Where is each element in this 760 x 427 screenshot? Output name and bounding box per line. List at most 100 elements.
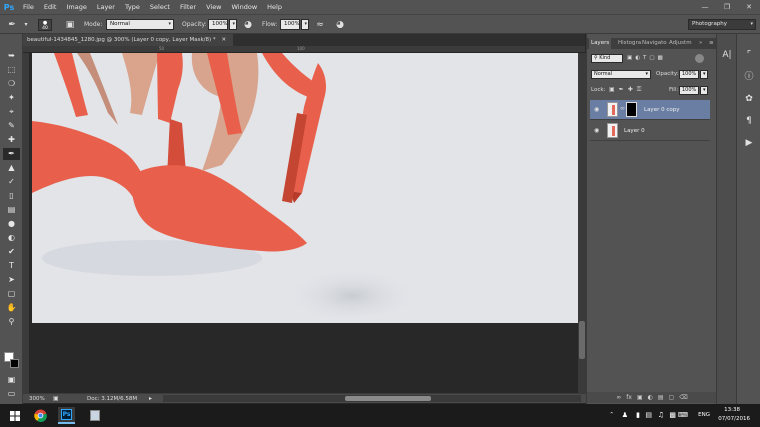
panel-menu-icon[interactable]: ≡ xyxy=(709,40,714,46)
menu-window[interactable]: Window xyxy=(227,3,263,11)
battery-icon[interactable]: ▮ xyxy=(636,411,640,419)
pressure-size-icon[interactable]: ◕ xyxy=(334,19,346,31)
layer-style-icon[interactable]: fx xyxy=(626,394,632,401)
network-icon[interactable]: ▤ xyxy=(645,411,652,419)
adjustment-layer-icon[interactable]: ◐ xyxy=(648,394,653,401)
delete-layer-icon[interactable]: ⌫ xyxy=(679,394,687,401)
actions-panel-icon[interactable]: ▶ xyxy=(742,136,756,150)
photoshop-taskbar-icon[interactable]: Ps xyxy=(58,407,75,424)
layer-row-layer-0-copy[interactable]: ◉ ∞ Layer 0 copy xyxy=(590,100,710,120)
share-icon[interactable]: ▣ xyxy=(53,395,59,402)
canvas-area[interactable] xyxy=(30,53,578,393)
layer-opacity-dropdown[interactable]: ▾ xyxy=(700,70,708,79)
menu-view[interactable]: View xyxy=(201,3,226,11)
dodge-tool-icon[interactable]: ◐ xyxy=(3,232,20,244)
eye-icon[interactable]: ◉ xyxy=(594,127,602,134)
document-tab[interactable]: beautiful-1434845_1280.jpg @ 300% (Layer… xyxy=(23,34,233,46)
panel-collapse-icon[interactable]: » xyxy=(699,40,702,46)
zoom-level[interactable]: 300% xyxy=(29,396,45,402)
brush-preset-icon[interactable]: ✒ xyxy=(6,19,18,31)
background-color-swatch[interactable] xyxy=(10,359,19,368)
menu-select[interactable]: Select xyxy=(145,3,175,11)
scroll-thumb[interactable] xyxy=(579,321,585,359)
layer-name[interactable]: Layer 0 copy xyxy=(644,107,679,113)
people-icon[interactable]: ♟ xyxy=(622,411,628,419)
menu-filter[interactable]: Filter xyxy=(175,3,201,11)
screen-mode-icon[interactable]: ▭ xyxy=(3,388,20,400)
tab-adjustments[interactable]: Adjustm xyxy=(669,40,692,46)
tab-layers[interactable]: Layers xyxy=(589,38,612,49)
menu-edit[interactable]: Edit xyxy=(39,3,62,11)
new-group-icon[interactable]: ▤ xyxy=(658,394,664,401)
scroll-thumb[interactable] xyxy=(345,396,431,401)
history-brush-tool-icon[interactable]: ✓ xyxy=(3,176,20,188)
info-panel-icon[interactable]: ⓘ xyxy=(742,70,756,84)
menu-help[interactable]: Help xyxy=(262,3,287,11)
kind-filter-select[interactable]: ⚲ Kind xyxy=(591,54,623,63)
flow-dropdown[interactable]: ▾ xyxy=(301,19,309,30)
tab-histogram[interactable]: Histogra xyxy=(618,40,641,46)
restore-icon[interactable]: ❐ xyxy=(716,0,738,14)
link-icon[interactable]: ∞ xyxy=(620,105,625,112)
mode-select[interactable]: Normal ▾ xyxy=(106,19,174,30)
layer-row-layer-0[interactable]: ◉ Layer 0 xyxy=(590,121,710,141)
status-menu-icon[interactable]: ▸ xyxy=(149,395,152,402)
blur-tool-icon[interactable]: ● xyxy=(3,218,20,230)
airbrush-icon[interactable]: ≈ xyxy=(314,19,326,31)
paragraph-panel-icon[interactable]: ¶ xyxy=(742,114,756,128)
document-image[interactable] xyxy=(32,53,578,323)
channels-panel-icon[interactable]: ✿ xyxy=(742,92,756,106)
menu-layer[interactable]: Layer xyxy=(92,3,120,11)
opacity-dropdown[interactable]: ▾ xyxy=(229,19,237,30)
brush-tool-icon[interactable]: ✒ xyxy=(3,148,20,160)
link-layers-icon[interactable]: ∞ xyxy=(616,394,621,401)
new-layer-icon[interactable]: ▢ xyxy=(669,394,675,401)
brush-size-picker[interactable]: ● 40 xyxy=(38,19,52,31)
filter-toggle-icon[interactable] xyxy=(695,54,704,63)
lasso-tool-icon[interactable]: ❍ xyxy=(3,78,20,90)
healing-brush-tool-icon[interactable]: ✚ xyxy=(3,134,20,146)
tools-presets-icon[interactable]: ⌜ xyxy=(742,48,756,62)
action-center-icon[interactable]: ▩ xyxy=(669,411,676,419)
layer-name[interactable]: Layer 0 xyxy=(624,128,645,134)
vertical-scrollbar[interactable] xyxy=(578,53,586,393)
move-tool-icon[interactable]: ➥ xyxy=(3,50,20,62)
clone-stamp-tool-icon[interactable]: ▲ xyxy=(3,162,20,174)
type-tool-icon[interactable]: T xyxy=(3,260,20,272)
horizontal-scrollbar[interactable] xyxy=(163,395,581,402)
language-indicator[interactable]: ENG xyxy=(698,412,710,418)
flow-input[interactable]: 100% xyxy=(280,19,300,30)
filter-icons[interactable]: ▣◐T▢▩ xyxy=(627,55,666,61)
fill-dropdown[interactable]: ▾ xyxy=(700,86,708,95)
eraser-tool-icon[interactable]: ▯ xyxy=(3,190,20,202)
close-icon[interactable]: ✕ xyxy=(738,0,760,14)
lock-icons[interactable]: ▣✒✚⚿ xyxy=(609,86,645,94)
pressure-opacity-icon[interactable]: ◕ xyxy=(242,19,254,31)
layer-opacity-input[interactable]: 100% xyxy=(679,70,699,79)
chrome-icon[interactable] xyxy=(32,407,49,424)
character-panel-icon[interactable]: A| xyxy=(720,48,734,62)
fill-input[interactable]: 100% xyxy=(679,86,699,95)
hand-tool-icon[interactable]: ✋ xyxy=(3,302,20,314)
brush-panel-icon[interactable]: ▣ xyxy=(64,19,76,31)
windows-start-icon[interactable] xyxy=(6,407,23,424)
close-tab-icon[interactable]: ✕ xyxy=(221,37,226,43)
add-mask-icon[interactable]: ▣ xyxy=(637,394,643,401)
crop-tool-icon[interactable]: ⌖ xyxy=(3,106,20,118)
rectangle-tool-icon[interactable]: ▢ xyxy=(3,288,20,300)
gradient-tool-icon[interactable]: ▤ xyxy=(3,204,20,216)
file-explorer-icon[interactable] xyxy=(86,407,103,424)
menu-type[interactable]: Type xyxy=(120,3,145,11)
marquee-tool-icon[interactable]: ⬚ xyxy=(3,64,20,76)
path-select-tool-icon[interactable]: ➤ xyxy=(3,274,20,286)
layer-mask-thumbnail[interactable] xyxy=(626,102,637,117)
volume-icon[interactable]: ♫ xyxy=(658,411,664,419)
workspace-select[interactable]: Photography ▾ xyxy=(688,19,756,30)
eye-icon[interactable]: ◉ xyxy=(594,106,602,113)
eyedropper-tool-icon[interactable]: ✎ xyxy=(3,120,20,132)
tab-navigator[interactable]: Navigato xyxy=(642,40,667,46)
clock-date[interactable]: 07/07/2016 xyxy=(718,416,750,422)
quick-select-tool-icon[interactable]: ✦ xyxy=(3,92,20,104)
clock-time[interactable]: 13:38 xyxy=(724,407,740,413)
pen-tool-icon[interactable]: ✔ xyxy=(3,246,20,258)
